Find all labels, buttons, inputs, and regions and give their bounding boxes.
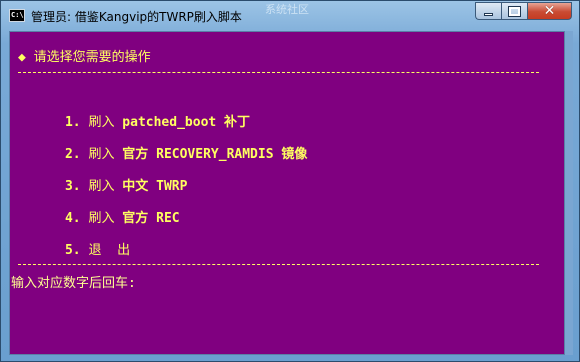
- window-title: 管理员: 借鉴Kangvip的TWRP刷入脚本: [31, 10, 242, 24]
- maximize-button[interactable]: [501, 2, 527, 20]
- input-prompt: 输入对应数字后回车:: [11, 276, 136, 291]
- maximize-icon: [508, 5, 521, 17]
- top-divider: [18, 72, 539, 73]
- bottom-divider: [18, 264, 539, 265]
- menu-item-target: 官方 REC: [122, 211, 180, 226]
- cmd-app-icon[interactable]: C:\: [9, 9, 25, 22]
- console-window: C:\ 管理员: 借鉴Kangvip的TWRP刷入脚本 系统社区 ✕ ◆ 请选择…: [0, 0, 580, 362]
- caption-buttons: ✕: [475, 2, 572, 20]
- menu-header: ◆ 请选择您需要的操作: [18, 50, 151, 65]
- close-button[interactable]: ✕: [527, 2, 572, 20]
- watermark-text: 系统社区: [265, 3, 309, 16]
- minimize-button[interactable]: [475, 2, 501, 20]
- menu-item-number: 5.: [64, 243, 81, 258]
- title-bar[interactable]: C:\ 管理员: 借鉴Kangvip的TWRP刷入脚本 系统社区 ✕: [1, 1, 579, 31]
- scrollbar[interactable]: [565, 31, 573, 355]
- console-output[interactable]: ◆ 请选择您需要的操作 1. 刷入 patched_boot 补丁 2. 刷入 …: [9, 31, 565, 355]
- close-icon: ✕: [543, 3, 556, 19]
- menu-item-5: 5. 退 出: [18, 224, 130, 273]
- minimize-icon: [484, 12, 493, 16]
- menu-item-action: 退 出: [88, 243, 131, 258]
